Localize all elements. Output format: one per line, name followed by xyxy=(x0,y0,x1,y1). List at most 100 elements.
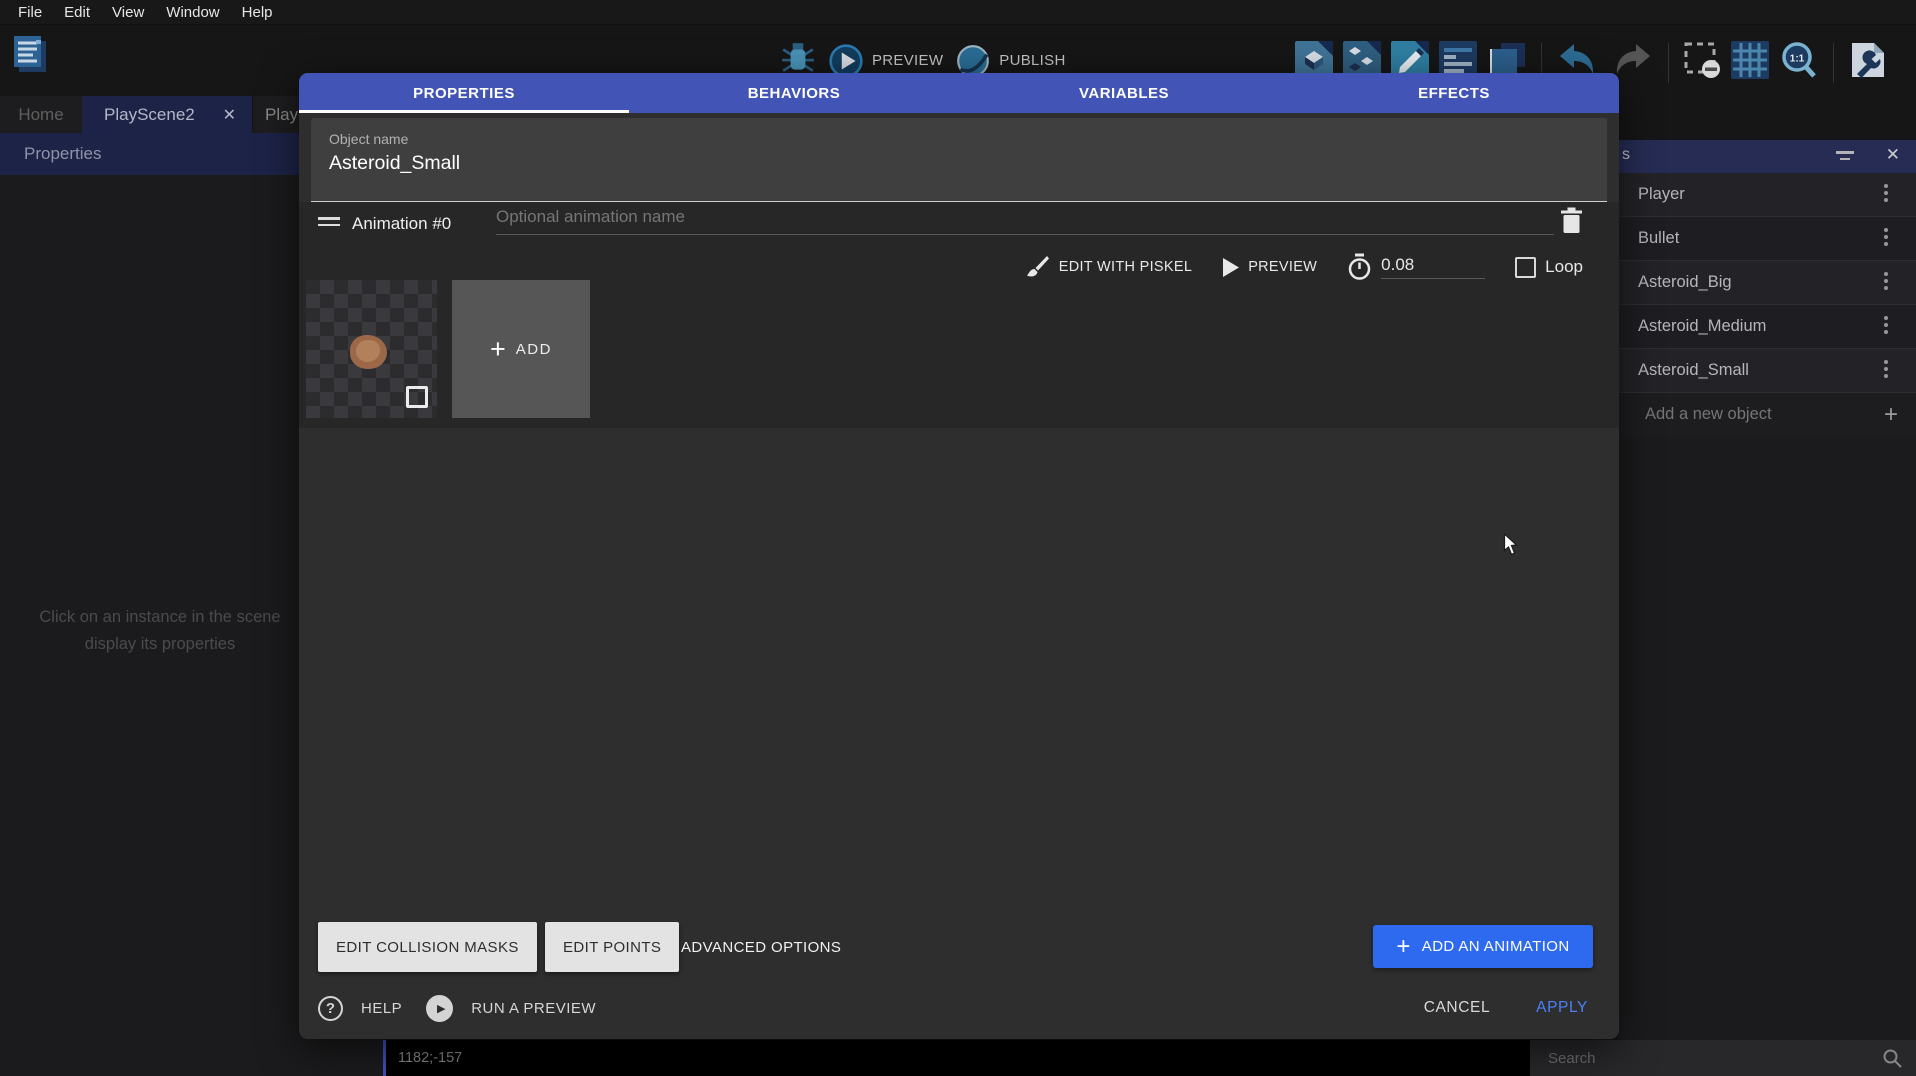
debugger-tools-icon[interactable] xyxy=(1848,41,1886,84)
animation-title: Animation #0 xyxy=(352,214,451,234)
plus-icon: + xyxy=(1884,401,1898,429)
object-row-bullet[interactable]: Bullet xyxy=(1619,217,1916,261)
object-name: Asteroid_Small xyxy=(1638,361,1749,380)
tab-close-icon[interactable]: ✕ xyxy=(223,105,236,125)
edit-with-piskel-button[interactable]: EDIT WITH PISKEL xyxy=(1026,255,1192,279)
properties-empty-hint: Click on an instance in the scene displa… xyxy=(0,604,320,658)
object-name: Asteroid_Medium xyxy=(1638,317,1766,336)
tab-playscene2[interactable]: PlayScene2 ✕ xyxy=(82,96,252,133)
object-name-input[interactable] xyxy=(329,152,1569,175)
search-icon[interactable] xyxy=(1882,1048,1902,1068)
loop-toggle[interactable]: Loop xyxy=(1515,257,1583,278)
search-bar xyxy=(1530,1040,1916,1076)
edit-points-button[interactable]: EDIT POINTS xyxy=(545,922,679,972)
tab-variables[interactable]: VARIABLES xyxy=(959,73,1289,113)
add-frame-label: ADD xyxy=(516,341,552,358)
stopwatch-icon xyxy=(1347,253,1372,281)
status-bar-left xyxy=(0,1040,383,1076)
menu-bar: File Edit View Window Help xyxy=(0,0,1916,25)
zoom-1-1-icon[interactable]: 1:1 xyxy=(1779,40,1819,85)
search-input[interactable] xyxy=(1548,1040,1848,1076)
properties-panel-title: Properties xyxy=(24,144,101,163)
dialog-tab-bar: PROPERTIES BEHAVIORS VARIABLES EFFECTS xyxy=(299,73,1619,113)
tab-behaviors[interactable]: BEHAVIORS xyxy=(629,73,959,113)
project-manager-icon[interactable] xyxy=(8,32,50,81)
object-editor-dialog: PROPERTIES BEHAVIORS VARIABLES EFFECTS O… xyxy=(299,73,1619,1039)
run-a-preview-label: RUN A PREVIEW xyxy=(471,1000,596,1017)
tab-effects[interactable]: EFFECTS xyxy=(1289,73,1619,113)
toolbar-separator xyxy=(1668,43,1669,83)
add-frame-button[interactable]: + ADD xyxy=(452,280,590,418)
deselect-instances-icon[interactable] xyxy=(1683,41,1721,84)
time-between-frames-field xyxy=(1347,253,1485,281)
publish-label: PUBLISH xyxy=(999,52,1065,69)
object-row-asteroid-big[interactable]: Asteroid_Big xyxy=(1619,261,1916,305)
cancel-button[interactable]: CANCEL xyxy=(1424,999,1490,1017)
preview-label: PREVIEW xyxy=(872,52,943,69)
gdevelop-window: File Edit View Window Help xyxy=(0,0,1916,1076)
tab-playscene2-label: PlayScene2 xyxy=(104,105,195,125)
advanced-options-button[interactable]: ADVANCED OPTIONS xyxy=(665,922,857,972)
objects-panel-title: s xyxy=(1622,146,1630,164)
drag-handle-icon[interactable] xyxy=(318,217,340,227)
animation-name-input[interactable] xyxy=(496,199,1554,235)
dialog-actions: ? HELP ▶ RUN A PREVIEW CANCEL APPLY xyxy=(318,990,1588,1026)
frame-select-checkbox[interactable] xyxy=(406,386,428,408)
animation-preview-button[interactable]: PREVIEW xyxy=(1222,258,1317,277)
kebab-menu-icon[interactable] xyxy=(1878,360,1894,382)
kebab-menu-icon[interactable] xyxy=(1878,316,1894,338)
toggle-grid-icon[interactable] xyxy=(1731,41,1769,84)
tab-home[interactable]: Home xyxy=(0,96,82,133)
apply-button[interactable]: APPLY xyxy=(1536,999,1588,1017)
add-new-object-button[interactable]: Add a new object + xyxy=(1619,393,1916,437)
cursor-coordinates: 1182;-157 xyxy=(398,1050,462,1066)
menu-view[interactable]: View xyxy=(101,0,155,25)
brush-icon xyxy=(1026,255,1050,279)
dialog-body: Object name Animation #0 xyxy=(299,113,1619,1039)
svg-text:1:1: 1:1 xyxy=(1790,54,1805,65)
run-preview-icon: ▶ xyxy=(426,995,453,1022)
run-a-preview-button[interactable]: ▶ RUN A PREVIEW xyxy=(426,995,596,1022)
tab-play-label: Play xyxy=(265,105,298,125)
menu-help[interactable]: Help xyxy=(231,0,284,25)
time-between-frames-input[interactable] xyxy=(1381,255,1485,279)
kebab-menu-icon[interactable] xyxy=(1878,272,1894,294)
scene-canvas-strip: 1182;-157 xyxy=(383,1040,1530,1076)
objects-list: Player Bullet Asteroid_Big Asteroid_Medi… xyxy=(1619,173,1916,437)
plus-icon: + xyxy=(1396,938,1410,956)
tab-home-label: Home xyxy=(18,105,63,125)
loop-label: Loop xyxy=(1545,257,1583,277)
object-row-player[interactable]: Player xyxy=(1619,173,1916,217)
edit-with-piskel-label: EDIT WITH PISKEL xyxy=(1059,259,1192,275)
filter-icon[interactable] xyxy=(1836,151,1854,164)
help-label: HELP xyxy=(361,1000,402,1017)
edit-collision-masks-button[interactable]: EDIT COLLISION MASKS xyxy=(318,922,537,972)
objects-panel-header: s ✕ xyxy=(1619,140,1916,173)
objects-panel: s ✕ Player Bullet Asteroid_Big Asteroid_… xyxy=(1619,140,1916,1040)
object-name: Player xyxy=(1638,185,1685,204)
menu-window[interactable]: Window xyxy=(155,0,230,25)
object-name: Asteroid_Big xyxy=(1638,273,1732,292)
kebab-menu-icon[interactable] xyxy=(1878,184,1894,206)
menu-file[interactable]: File xyxy=(7,0,53,25)
menu-edit[interactable]: Edit xyxy=(53,0,101,25)
kebab-menu-icon[interactable] xyxy=(1878,228,1894,250)
loop-checkbox[interactable] xyxy=(1515,257,1536,278)
animation-controls: EDIT WITH PISKEL PREVIEW xyxy=(1026,248,1583,286)
plus-icon: + xyxy=(490,339,506,359)
tab-properties[interactable]: PROPERTIES xyxy=(299,73,629,113)
trash-icon[interactable] xyxy=(1560,207,1583,240)
help-icon: ? xyxy=(318,996,343,1021)
asteroid-sprite xyxy=(350,335,387,369)
add-an-animation-button[interactable]: + ADD AN ANIMATION xyxy=(1373,925,1593,968)
object-name-field: Object name xyxy=(311,118,1607,203)
object-row-asteroid-medium[interactable]: Asteroid_Medium xyxy=(1619,305,1916,349)
object-row-asteroid-small[interactable]: Asteroid_Small xyxy=(1619,349,1916,393)
add-new-object-label: Add a new object xyxy=(1645,405,1772,424)
play-icon xyxy=(1222,258,1239,277)
close-panel-icon[interactable]: ✕ xyxy=(1886,145,1900,165)
object-name: Bullet xyxy=(1638,229,1679,248)
object-name-label: Object name xyxy=(329,131,408,147)
animation-frame-thumbnail[interactable] xyxy=(306,280,437,418)
help-button[interactable]: ? HELP xyxy=(318,996,402,1021)
